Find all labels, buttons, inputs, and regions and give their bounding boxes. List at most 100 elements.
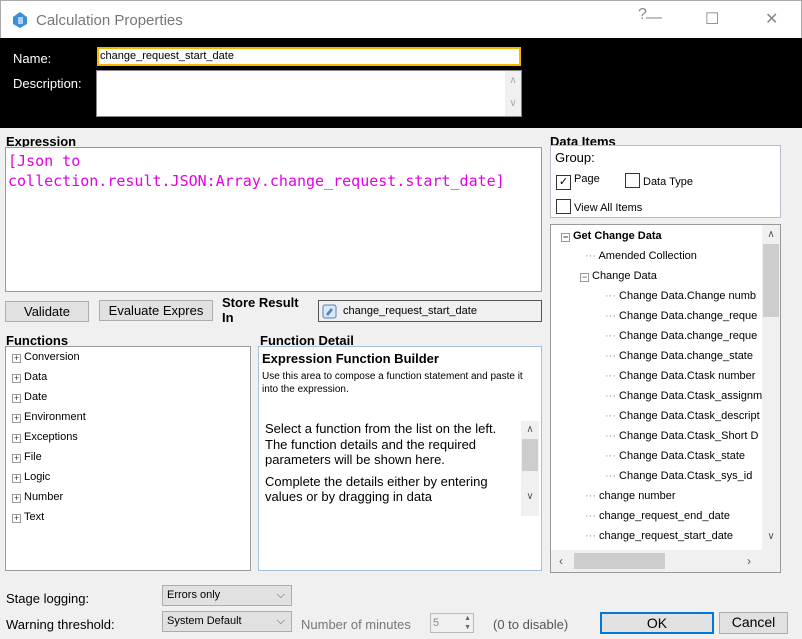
group-box: Group: ✓ Page Data Type View All Items — [550, 145, 781, 218]
tree-item-label: Change Data.Ctask_Short D — [619, 430, 759, 442]
expand-icon[interactable]: + — [12, 354, 21, 363]
function-category[interactable]: + Conversion — [12, 351, 80, 363]
function-description: Select a function from the list on the l… — [265, 421, 520, 516]
function-category-label: Date — [24, 391, 48, 403]
collapse-icon[interactable]: − — [561, 233, 570, 242]
cancel-button[interactable]: Cancel — [719, 612, 788, 634]
minimize-button[interactable]: — — [646, 9, 662, 27]
function-detail-panel: Expression Function Builder Use this are… — [258, 346, 542, 571]
tree-item[interactable]: ··· Change Data.Ctask_Short D — [605, 430, 758, 442]
tree-item[interactable]: ··· Change Data.Ctask_state — [605, 450, 745, 462]
stepper-arrows-icon[interactable]: ▲ ▼ — [464, 614, 471, 632]
tree-item[interactable]: ··· Change Data.change_state — [605, 350, 753, 362]
function-description-text-2: Complete the details either by entering … — [265, 473, 488, 505]
tree-item[interactable]: ··· Change Data.Change numb — [605, 290, 756, 302]
tree-node-group[interactable]: − Change Data — [580, 270, 657, 282]
name-label: Name: — [13, 51, 52, 66]
collapse-icon[interactable]: − — [580, 273, 589, 282]
data-items-tree[interactable]: − Get Change Data ··· Amended Collection − C… — [550, 224, 781, 573]
ok-button[interactable]: OK — [600, 612, 714, 634]
warning-threshold-label: Warning threshold: — [6, 617, 115, 632]
function-category[interactable]: + Date — [12, 391, 47, 403]
tree-item[interactable]: ··· Change Data.change_reque — [605, 330, 757, 342]
expand-icon[interactable]: + — [12, 494, 21, 503]
tree-item-label: Amended Collection — [598, 250, 697, 262]
close-button[interactable]: ✕ — [765, 9, 778, 29]
evaluate-button[interactable]: Evaluate Expres — [99, 300, 213, 321]
title-bar: Calculation Properties ? — ☐ ✕ — [0, 0, 802, 38]
data-type-checkbox-label: Data Type — [643, 176, 693, 188]
validate-button[interactable]: Validate — [5, 301, 89, 322]
function-category-label: Number — [24, 491, 64, 503]
description-label: Description: — [13, 76, 82, 91]
function-category-label: File — [24, 451, 42, 463]
expand-icon[interactable]: + — [12, 474, 21, 483]
tree-item-label: change_request_start_date — [599, 530, 733, 542]
view-all-checkbox-label: View All Items — [574, 202, 643, 214]
tree-item[interactable]: ··· Amended Collection — [585, 250, 697, 262]
check-icon: ✓ — [556, 175, 571, 190]
function-category-label: Data — [24, 371, 48, 383]
tree-item-label: Change Data.change_reque — [619, 310, 758, 322]
function-category[interactable]: + Environment — [12, 411, 86, 423]
function-category-label: Conversion — [24, 351, 80, 363]
tree-item[interactable]: ··· change_request_end_date — [585, 510, 730, 522]
expand-icon[interactable]: + — [12, 454, 21, 463]
tree-item-label: Change Data.Ctask_state — [619, 450, 746, 462]
tree-item[interactable]: ··· Change Data.Ctask_sys_id — [605, 470, 752, 482]
function-builder-hint: Use this area to compose a function stat… — [262, 371, 523, 395]
description-input[interactable]: ∧ ∨ — [96, 70, 522, 117]
function-description-text: Select a function from the list on the l… — [265, 421, 497, 467]
tree-item[interactable]: ··· Change Data.Ctask_assignm — [605, 390, 762, 402]
page-checkbox[interactable]: ✓ Page — [556, 173, 600, 190]
tree-item-label: Get Change Data — [573, 230, 662, 242]
function-category[interactable]: + Number — [12, 491, 63, 503]
function-category[interactable]: + File — [12, 451, 42, 463]
tree-item-label: Change Data.change_state — [619, 350, 753, 362]
tree-item-label: Change Data.change_reque — [619, 330, 758, 342]
function-detail-scrollbar[interactable]: ∧ ∨ — [521, 421, 539, 516]
page-checkbox-label: Page — [574, 173, 600, 185]
chevron-down-icon: ⌵ — [276, 589, 285, 601]
data-items-vscroll[interactable]: ∧ ∨ — [762, 225, 780, 550]
description-scrollbar[interactable]: ∧ ∨ — [505, 71, 521, 116]
tree-item[interactable]: ··· Change Data.Ctask number — [605, 370, 755, 382]
store-result-field[interactable]: change_request_start_date — [318, 300, 542, 322]
name-input[interactable]: change_request_start_date — [97, 47, 521, 66]
store-result-label: Store Result In — [222, 295, 299, 323]
function-builder-heading: Expression Function Builder — [262, 351, 439, 366]
expand-icon[interactable]: + — [12, 374, 21, 383]
maximize-button[interactable]: ☐ — [705, 9, 719, 29]
data-items-hscroll[interactable]: ‹ › — [551, 550, 780, 572]
expand-icon[interactable]: + — [12, 394, 21, 403]
expression-input[interactable]: [Json to collection.result.JSON:Array.ch… — [5, 147, 542, 292]
tree-item[interactable]: ··· Change Data.Ctask_descript — [605, 410, 760, 422]
expand-icon[interactable]: + — [12, 414, 21, 423]
minutes-stepper[interactable]: 5 ▲ ▼ — [430, 613, 474, 633]
tree-node-root[interactable]: − Get Change Data — [561, 230, 662, 242]
function-category[interactable]: + Logic — [12, 471, 50, 483]
function-category[interactable]: + Text — [12, 511, 44, 523]
expand-icon[interactable]: + — [12, 514, 21, 523]
stage-logging-label: Stage logging: — [6, 591, 90, 606]
tree-item[interactable]: ··· change_request_start_date — [585, 530, 733, 542]
group-label: Group: — [555, 150, 595, 165]
function-category[interactable]: + Data — [12, 371, 47, 383]
warning-threshold-select[interactable]: System Default ⌵ — [162, 611, 292, 632]
data-item-icon — [322, 304, 337, 319]
data-type-checkbox[interactable]: Data Type — [625, 173, 693, 188]
function-category-label: Exceptions — [24, 431, 78, 443]
function-category-label: Text — [24, 511, 45, 523]
functions-tree[interactable]: + Conversion + Data + Date + Environment + Except… — [5, 346, 251, 571]
tree-item-label: Change Data.Change numb — [619, 290, 757, 302]
chevron-down-icon: ⌵ — [276, 615, 285, 627]
tree-item[interactable]: ··· Change Data.change_reque — [605, 310, 757, 322]
view-all-checkbox[interactable]: View All Items — [556, 199, 642, 214]
window-title: Calculation Properties — [36, 12, 183, 29]
stage-logging-value: Errors only — [167, 589, 221, 601]
function-category[interactable]: + Exceptions — [12, 431, 78, 443]
expand-icon[interactable]: + — [12, 434, 21, 443]
tree-item-label: Change Data.Ctask_assignm — [619, 390, 763, 402]
stage-logging-select[interactable]: Errors only ⌵ — [162, 585, 292, 606]
tree-item[interactable]: ··· change number — [585, 490, 676, 502]
